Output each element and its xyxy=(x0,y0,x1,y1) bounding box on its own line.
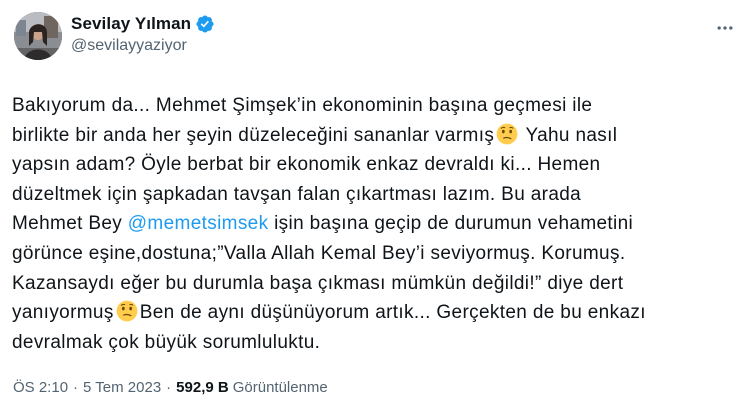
verified-badge-icon[interactable] xyxy=(195,14,215,34)
tweet-text-segment: Mehmet Bey xyxy=(12,213,128,235)
more-options-icon[interactable] xyxy=(713,16,737,40)
views-count: 592,9 B xyxy=(176,379,229,396)
tweet-text-segment: Bakıyorum da... Mehmet Şimşek’in ekonomi… xyxy=(12,95,593,116)
tweet-card: Sevilay Yılman @sevilayyaziyor Bakıyorum… xyxy=(0,0,755,417)
thinking-face-emoji xyxy=(496,123,518,145)
tweet-text-segment: yanıyormuş xyxy=(12,302,114,324)
tweet-line: görünce eşine,dostuna;”Valla Allah Kemal… xyxy=(12,239,742,269)
meta-separator: · xyxy=(73,379,79,396)
views-label: Görüntülenme xyxy=(232,379,328,396)
tweet-line: birlikte bir anda her şeyin düzeleceğini… xyxy=(12,121,742,151)
meta-separator: · xyxy=(166,379,172,396)
tweet-text-segment: Ben de aynı düşünüyorum artık... Gerçekt… xyxy=(139,302,646,324)
tweet-text-segment: devralmak çok büyük sorumluluktu. xyxy=(12,331,321,353)
tweet-text-segment: birlikte bir anda her şeyin düzeleceğini… xyxy=(12,124,495,146)
tweet-meta: ÖS 2:10 · 5 Tem 2023 · 592,9 B Görüntüle… xyxy=(13,379,328,396)
author-handle[interactable]: @sevilayyaziyor xyxy=(71,37,215,55)
tweet-text-segment: görünce eşine,dostuna;”Valla Allah Kemal… xyxy=(12,242,626,264)
tweet-header: Sevilay Yılman @sevilayyaziyor xyxy=(14,12,215,60)
tweet-text-segment: yapsın adam? Öyle berbat bir ekonomik en… xyxy=(12,154,601,176)
avatar[interactable] xyxy=(14,12,62,60)
tweet-text-segment: Kazansaydı eğer bu durumla başa çıkması … xyxy=(12,272,624,294)
tweet-line: yanıyormuş Ben de aynı düşünüyorum artık.… xyxy=(12,298,742,328)
tweet-time[interactable]: ÖS 2:10 xyxy=(13,379,68,396)
author-names: Sevilay Yılman @sevilayyaziyor xyxy=(71,14,215,55)
avatar-image xyxy=(14,12,62,60)
author-display-name[interactable]: Sevilay Yılman xyxy=(71,14,191,34)
mention-link[interactable]: @memetsimsek xyxy=(128,213,269,234)
name-row: Sevilay Yılman xyxy=(71,14,215,34)
tweet-text: Bakıyorum da... Mehmet Şimşek’in ekonomi… xyxy=(12,91,742,357)
tweet-text-segment: Yahu nasıl xyxy=(520,124,618,146)
tweet-line: Bakıyorum da... Mehmet Şimşek’in ekonomi… xyxy=(12,91,742,121)
tweet-text-segment: düzeltmek için şapkadan tavşan falan çık… xyxy=(12,183,582,205)
tweet-line: yapsın adam? Öyle berbat bir ekonomik en… xyxy=(12,150,742,180)
tweet-date[interactable]: 5 Tem 2023 xyxy=(83,379,161,396)
tweet-line: Kazansaydı eğer bu durumla başa çıkması … xyxy=(12,269,742,299)
tweet-line: düzeltmek için şapkadan tavşan falan çık… xyxy=(12,180,742,210)
tweet-line: Mehmet Bey @memetsimsek işin başına geçi… xyxy=(12,209,742,239)
tweet-line: devralmak çok büyük sorumluluktu. xyxy=(12,328,742,358)
thinking-face-emoji xyxy=(116,300,138,322)
tweet-text-segment: işin başına geçip de durumun vehametini xyxy=(268,213,634,235)
